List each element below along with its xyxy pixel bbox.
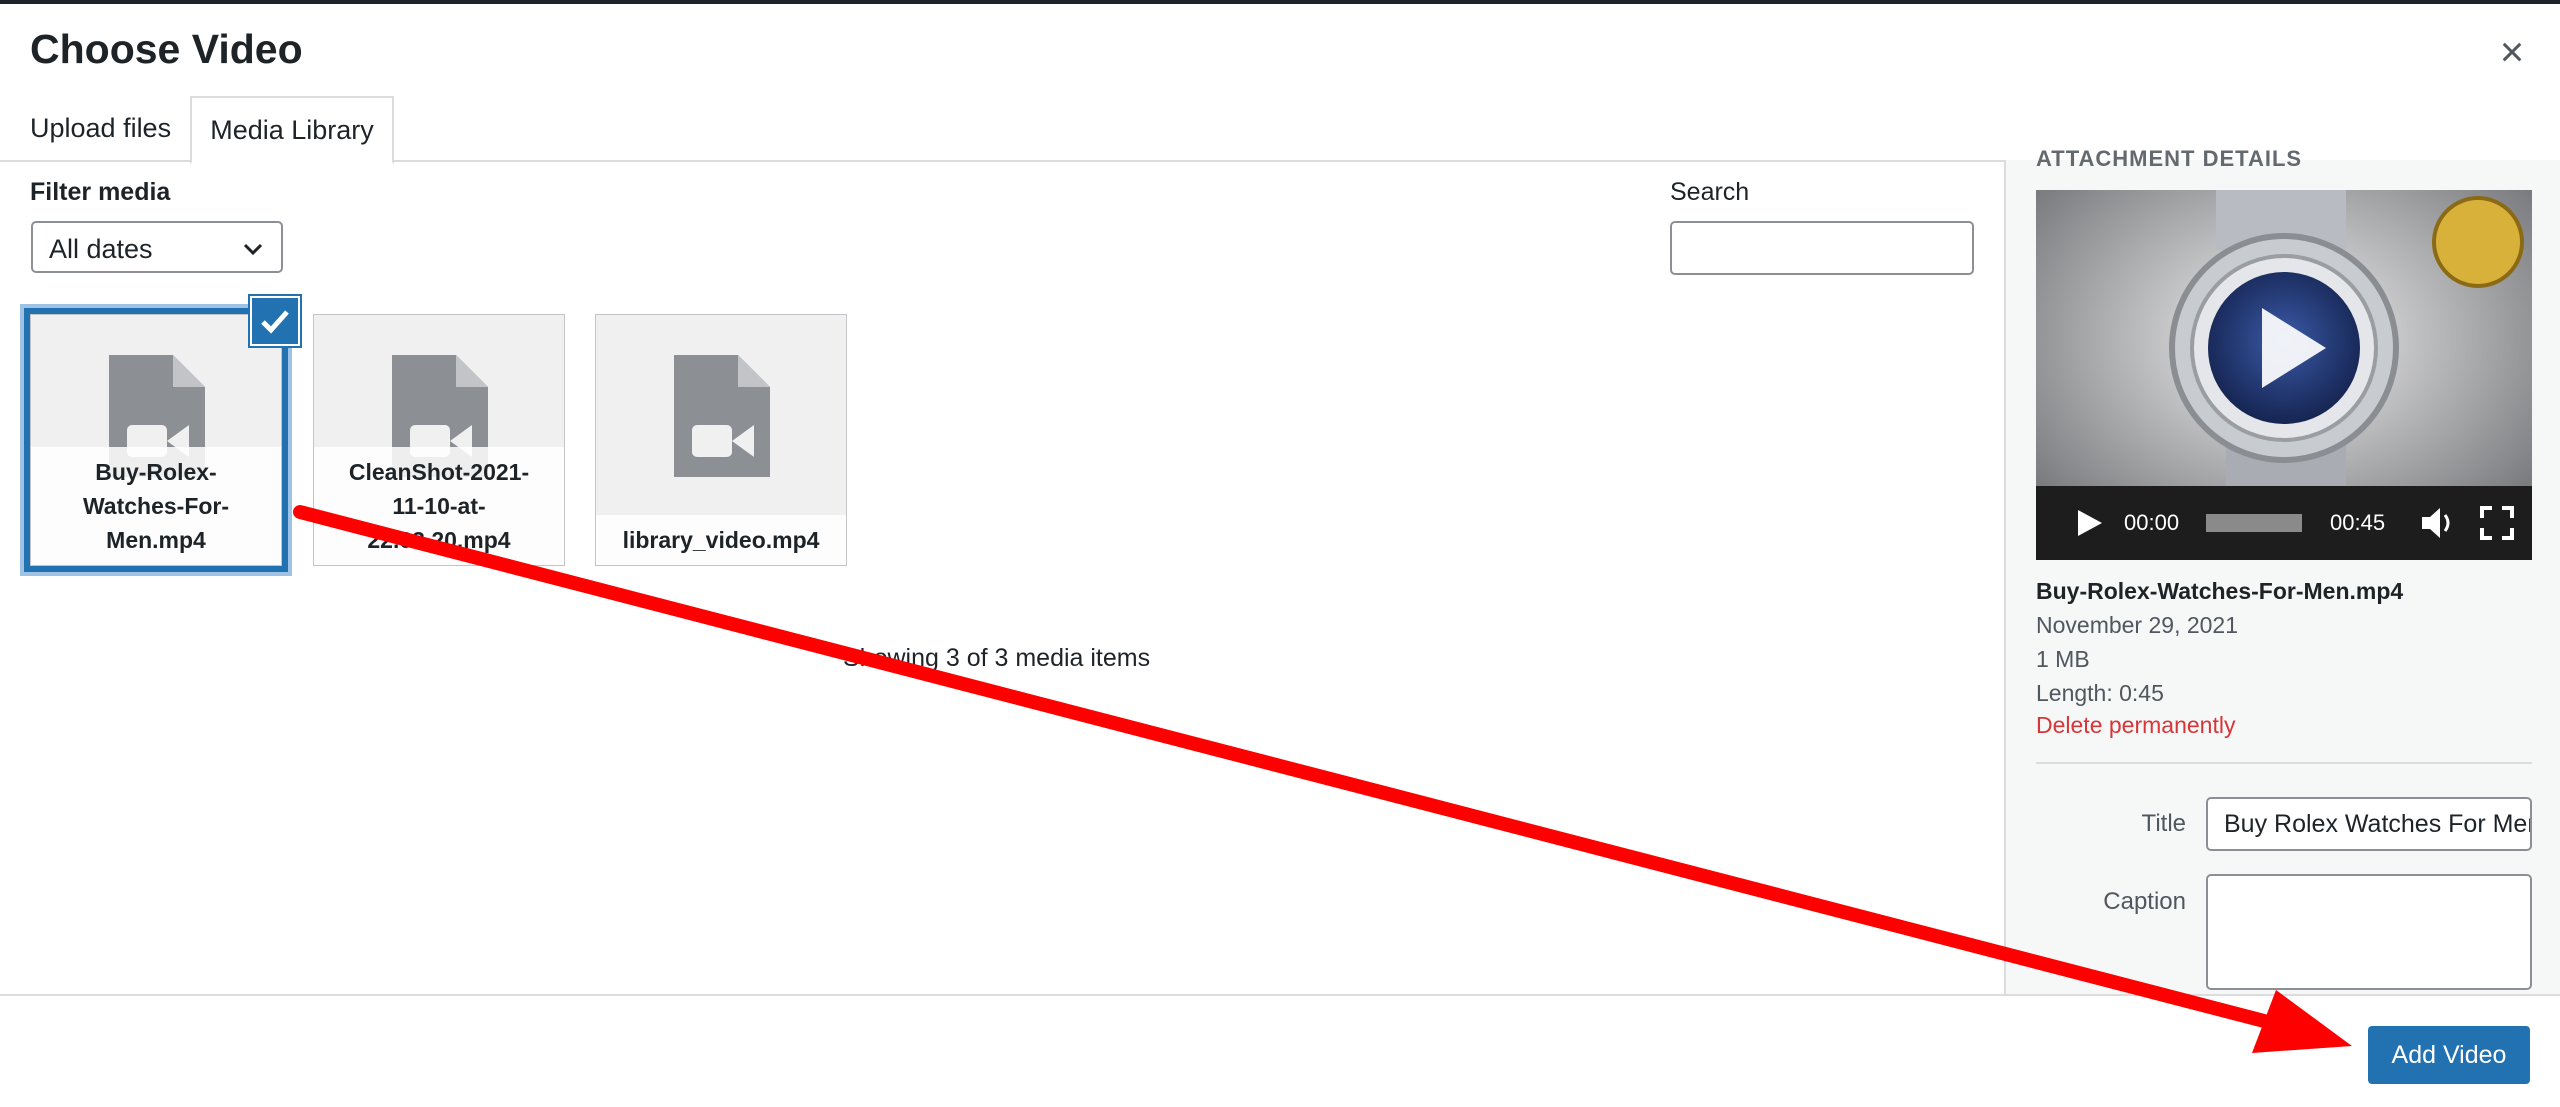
tab-media-library[interactable]: Media Library bbox=[190, 96, 394, 164]
fullscreen-icon[interactable] bbox=[2480, 506, 2514, 540]
media-item-filename: library_video.mp4 bbox=[596, 515, 846, 565]
current-time: 00:00 bbox=[2124, 510, 2180, 535]
date-filter-select[interactable]: All dates bbox=[31, 221, 283, 273]
media-item-buy-rolex[interactable]: Buy-Rolex- Watches-For- Men.mp4 bbox=[24, 308, 288, 572]
media-item-filename: Buy-Rolex- Watches-For- Men.mp4 bbox=[31, 447, 281, 565]
media-item-library-video[interactable]: library_video.mp4 bbox=[595, 314, 847, 566]
duration: 00:45 bbox=[2330, 510, 2386, 535]
filter-media-label: Filter media bbox=[30, 178, 171, 206]
attachment-filename: Buy-Rolex-Watches-For-Men.mp4 bbox=[2036, 578, 2404, 604]
search-label: Search bbox=[1670, 178, 1750, 206]
attachment-date: November 29, 2021 bbox=[2036, 612, 2239, 638]
chevron-down-icon bbox=[241, 223, 265, 292]
play-icon[interactable] bbox=[2074, 508, 2104, 538]
modal-footer bbox=[0, 994, 2560, 1107]
video-file-icon bbox=[674, 355, 770, 477]
top-border bbox=[0, 0, 2560, 4]
add-video-button[interactable]: Add Video bbox=[2368, 1026, 2530, 1084]
media-count-status: Showing 3 of 3 media items bbox=[843, 644, 1151, 672]
delete-permanently-link[interactable]: Delete permanently bbox=[2036, 712, 2235, 739]
search-input[interactable] bbox=[1670, 221, 1974, 275]
caption-field[interactable] bbox=[2206, 874, 2532, 990]
progress-bar[interactable] bbox=[2206, 514, 2302, 532]
selected-checkmark-icon[interactable] bbox=[250, 296, 300, 346]
volume-icon[interactable] bbox=[2420, 506, 2456, 540]
attachment-details-heading: ATTACHMENT DETAILS bbox=[2036, 146, 2303, 171]
attachment-size: 1 MB bbox=[2036, 646, 2090, 672]
date-filter-value: All dates bbox=[49, 234, 153, 264]
close-icon[interactable]: × bbox=[2490, 30, 2534, 74]
video-player-controls: 00:00 00:45 bbox=[2036, 486, 2532, 560]
media-item-filename: CleanShot-2021- 11-10-at- 22.03.20.mp4 bbox=[314, 447, 564, 565]
divider bbox=[2036, 762, 2532, 764]
title-label: Title bbox=[2141, 810, 2186, 837]
media-item-cleanshot[interactable]: CleanShot-2021- 11-10-at- 22.03.20.mp4 bbox=[313, 314, 565, 566]
title-field[interactable]: Buy Rolex Watches For Men bbox=[2206, 797, 2532, 851]
tab-upload-files[interactable]: Upload files bbox=[30, 96, 171, 160]
caption-label: Caption bbox=[2103, 888, 2186, 915]
attachment-length: Length: 0:45 bbox=[2036, 680, 2164, 706]
modal-title: Choose Video bbox=[30, 26, 303, 72]
